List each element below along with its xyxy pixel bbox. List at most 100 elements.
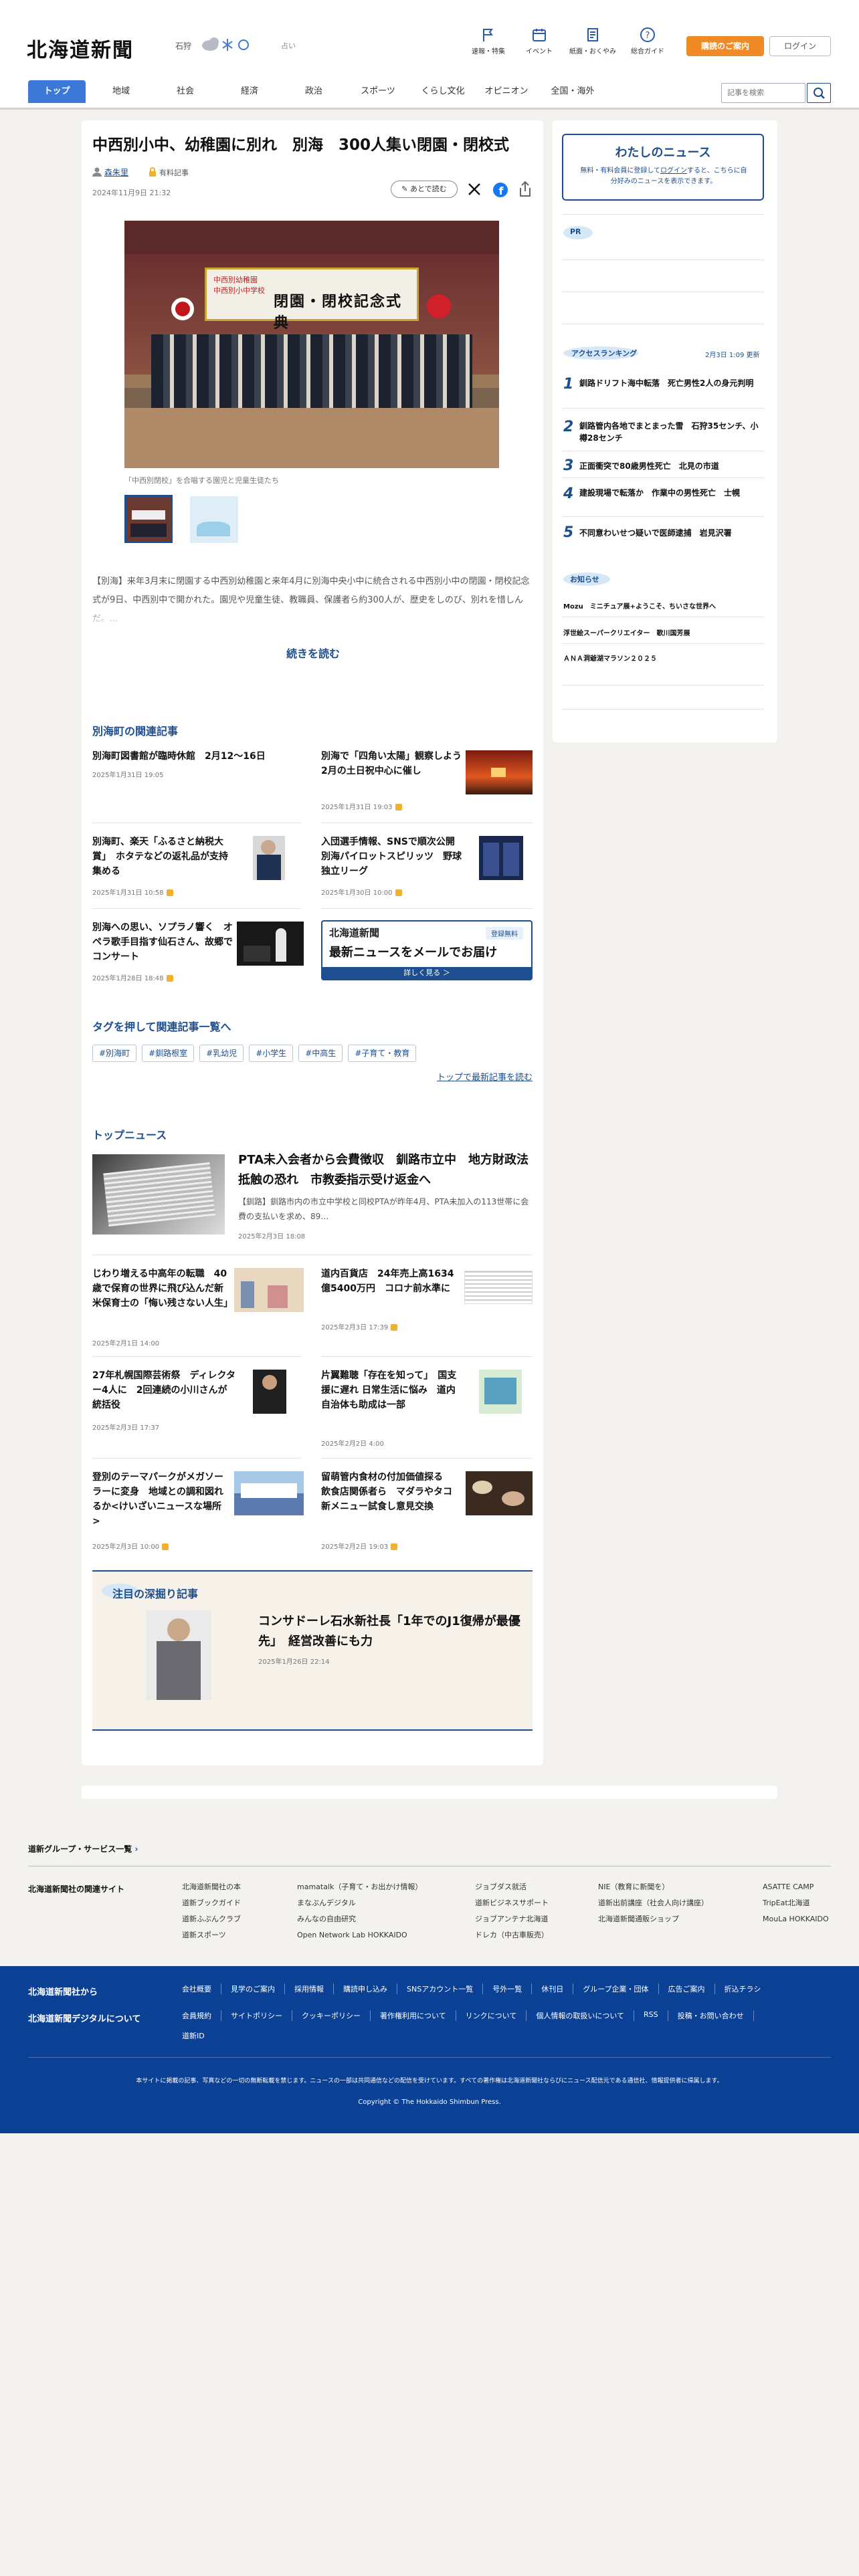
services-title[interactable]: 道新グループ・サービス一覧 › xyxy=(28,1843,138,1854)
nav-tab-opinion[interactable]: オピニオン xyxy=(476,80,537,103)
footer-link[interactable]: 著作権利用について xyxy=(380,2010,456,2021)
service-link[interactable]: NIE（教育に新聞を） xyxy=(598,1879,745,1895)
topnews-item-title[interactable]: 27年札幌国際芸術祭 ディレクター4人に 2回連続の小川さんが統括役 xyxy=(92,1368,235,1412)
topnews-item-thumb[interactable] xyxy=(466,1471,533,1515)
topnews-item-thumb[interactable] xyxy=(464,1271,533,1304)
service-link[interactable]: 道新ビジネスサポート xyxy=(475,1895,589,1911)
service-link[interactable]: ジョブアンテナ北海道 xyxy=(475,1911,589,1927)
topnews-item-title[interactable]: じわり増える中高年の転職 40歳で保育の世界に飛び込んだ新米保育士の「悔い残さな… xyxy=(92,1267,233,1311)
topnews-item-title[interactable]: 道内百貨店 24年売上高1634億5400万円 コロナ前水準に xyxy=(321,1267,458,1296)
tag-link[interactable]: #中高生 xyxy=(298,1045,343,1062)
feature-item-title[interactable]: コンサドーレ石水新社長「1年でのJ1復帰が最優先」 経営改善にも力 xyxy=(258,1612,526,1652)
related-item-title[interactable]: 別海町、楽天「ふるさと納税大賞」 ホタテなどの返礼品が支持集める xyxy=(92,835,235,879)
service-link[interactable]: ジョブダス就活 xyxy=(475,1879,589,1895)
service-link[interactable]: 北海道新聞通販ショップ xyxy=(598,1911,745,1927)
topnews-lead-title[interactable]: PTA未入会者から会費徴収 釧路市立中 地方財政法抵触の恐れ 市教委指示受け返金… xyxy=(238,1150,534,1190)
feature-item-thumb[interactable] xyxy=(146,1610,211,1700)
related-item-title[interactable]: 別海町図書館が臨時休館 2月12〜16日 xyxy=(92,749,301,764)
nav-tab-sports[interactable]: スポーツ xyxy=(349,80,407,103)
tag-link[interactable]: #釧路根室 xyxy=(142,1045,195,1062)
service-link[interactable]: みんなの自由研究 xyxy=(297,1911,458,1927)
footer-link[interactable]: 購読申し込み xyxy=(343,1983,397,1994)
footer-link[interactable]: 休刊日 xyxy=(541,1983,574,1994)
footer-link[interactable]: RSS xyxy=(644,2010,668,2021)
header-nav-breaking[interactable]: 速報・特集 xyxy=(464,27,512,56)
service-link[interactable]: ASATTE CAMP xyxy=(763,1879,843,1895)
service-link[interactable]: Open Network Lab HOKKAIDO xyxy=(297,1927,458,1943)
topnews-item-title[interactable]: 登別のテーマパークがメガソーラーに変身 地域との調和図れるか<けいざいニュースな… xyxy=(92,1470,229,1529)
service-link[interactable]: 北海道新聞社の本 xyxy=(182,1879,282,1895)
related-item-title[interactable]: 別海で「四角い太陽」観察しよう 2月の土日祝中心に催し xyxy=(321,749,471,778)
related-item-title[interactable]: 入団選手情報、SNSで順次公開 別海パイロットスピリッツ 野球独立リーグ xyxy=(321,835,464,879)
footer-link[interactable]: 個人情報の取扱いについて xyxy=(536,2010,635,2021)
service-link[interactable]: MouLa HOKKAIDO xyxy=(763,1911,843,1927)
search-input[interactable] xyxy=(721,83,805,103)
related-item-thumb[interactable] xyxy=(253,836,285,880)
service-link[interactable]: 道新ふぶんクラブ xyxy=(182,1911,282,1927)
read-later-button[interactable]: ✎ あとで読む xyxy=(391,181,458,198)
nav-tab-society[interactable]: 社会 xyxy=(157,80,214,103)
share-icon[interactable] xyxy=(518,181,533,198)
footer-link[interactable]: 号外一覧 xyxy=(492,1983,533,1994)
subscribe-button[interactable]: 購読のご案内 xyxy=(686,36,764,56)
newsletter-banner[interactable]: 北海道新聞 登録無料 最新ニュースをメールでお届け 詳しく見る ＞ xyxy=(321,920,533,980)
rank-item-title[interactable]: 建設現場で転落か 作業中の男性死亡 士幌 xyxy=(579,487,764,499)
tag-link[interactable]: #子育て・教育 xyxy=(348,1045,417,1062)
fortune-link[interactable]: 占い xyxy=(281,40,296,51)
related-item-title[interactable]: 別海への思い、ソプラノ響く オペラ歌手目指す仙石さん、故郷でコンサート xyxy=(92,920,235,964)
related-item-thumb[interactable] xyxy=(479,836,523,880)
topnews-lead-thumb[interactable] xyxy=(92,1154,225,1235)
footer-link[interactable]: 折込チラシ xyxy=(725,1983,761,1994)
related-item-thumb[interactable] xyxy=(466,750,533,794)
ranking-title[interactable]: アクセスランキング xyxy=(571,348,637,358)
header-nav-event[interactable]: イベント xyxy=(515,27,563,56)
footer-link[interactable]: SNSアカウント一覧 xyxy=(407,1983,484,1994)
feature-title[interactable]: 注目の深掘り記事 xyxy=(112,1585,198,1601)
footer-link[interactable]: 広告ご案内 xyxy=(668,1983,715,1994)
topnews-item-thumb[interactable] xyxy=(234,1268,304,1312)
service-link[interactable]: mamatalk（子育て・お出かけ情報） xyxy=(297,1879,458,1895)
facebook-share-icon[interactable]: f xyxy=(492,182,508,198)
footer-link[interactable]: 見学のご案内 xyxy=(231,1983,285,1994)
service-link[interactable]: ドレカ（中古車販売） xyxy=(475,1927,589,1943)
weather-location[interactable]: 石狩 xyxy=(175,40,191,51)
tag-link[interactable]: #小学生 xyxy=(249,1045,294,1062)
footer-link[interactable]: グループ企業・団体 xyxy=(583,1983,659,1994)
info-item[interactable]: Mozu ミニチュア展+ようこそ、ちいさな世界へ xyxy=(563,601,764,611)
rank-item-title[interactable]: 釧路管内各地でまとまった雪 石狩35センチ、小樽28センチ xyxy=(579,420,764,444)
read-more-link[interactable]: 続きを読む xyxy=(92,645,534,661)
rank-item-title[interactable]: 釧路ドリフト海中転落 死亡男性2人の身元判明 xyxy=(579,377,764,389)
service-link[interactable]: まなぶんデジタル xyxy=(297,1895,458,1911)
site-logo[interactable]: 北海道新聞 xyxy=(27,33,134,63)
search-button[interactable] xyxy=(807,83,831,103)
service-link[interactable]: TripEat北海道 xyxy=(763,1895,843,1911)
nav-tab-region[interactable]: 地域 xyxy=(92,80,150,103)
rank-item-title[interactable]: 不同意わいせつ疑いで医師逮捕 岩見沢署 xyxy=(579,527,764,539)
info-title[interactable]: お知らせ xyxy=(570,574,599,584)
footer-link[interactable]: クッキーポリシー xyxy=(302,2010,371,2021)
footer-link[interactable]: リンクについて xyxy=(466,2010,527,2021)
footer-link[interactable]: 会員規約 xyxy=(182,2010,221,2021)
ad-detail-button[interactable]: 詳しく見る ＞ xyxy=(322,967,531,979)
photo-thumb-1[interactable] xyxy=(124,495,173,543)
login-button[interactable]: ログイン xyxy=(769,36,831,56)
topnews-item-thumb[interactable] xyxy=(253,1370,286,1414)
nav-tab-culture[interactable]: くらし文化 xyxy=(409,80,476,103)
topnews-item-title[interactable]: 片翼難聴「存在を知って」 国支援に遅れ 日常生活に悩み 道内自治体も助成は一部 xyxy=(321,1368,464,1412)
author-link[interactable]: 森朱里 xyxy=(104,167,128,178)
service-link[interactable]: 道新出前講座（社会人向け講座） xyxy=(598,1895,745,1911)
my-news-login-link[interactable]: ログイン xyxy=(660,167,687,175)
top-latest-link[interactable]: トップで最新記事を読む xyxy=(388,1070,533,1083)
topnews-item-thumb[interactable] xyxy=(479,1370,522,1414)
header-nav-paper[interactable]: 紙面・おくやみ xyxy=(569,27,617,56)
nav-tab-top[interactable]: トップ xyxy=(28,80,86,103)
service-link[interactable]: 道新ブックガイド xyxy=(182,1895,282,1911)
info-item[interactable]: ＡＮＡ洞爺湖マラソン２０２５ xyxy=(563,653,764,663)
footer-link[interactable]: 道新ID xyxy=(182,2030,824,2041)
footer-link[interactable]: 採用情報 xyxy=(294,1983,334,1994)
topnews-item-title[interactable]: 留萌管内食材の付加価値探る 飲食店関係者ら マダラやタコ 新メニュー試食し意見交… xyxy=(321,1470,462,1514)
article-photo[interactable]: 中西別幼稚園 中西別小中学校 閉園・閉校記念式典 xyxy=(124,221,499,468)
service-link[interactable]: 道新スポーツ xyxy=(182,1927,282,1943)
related-item-thumb[interactable] xyxy=(237,922,304,966)
footer-link[interactable]: 会社概要 xyxy=(182,1983,221,1994)
